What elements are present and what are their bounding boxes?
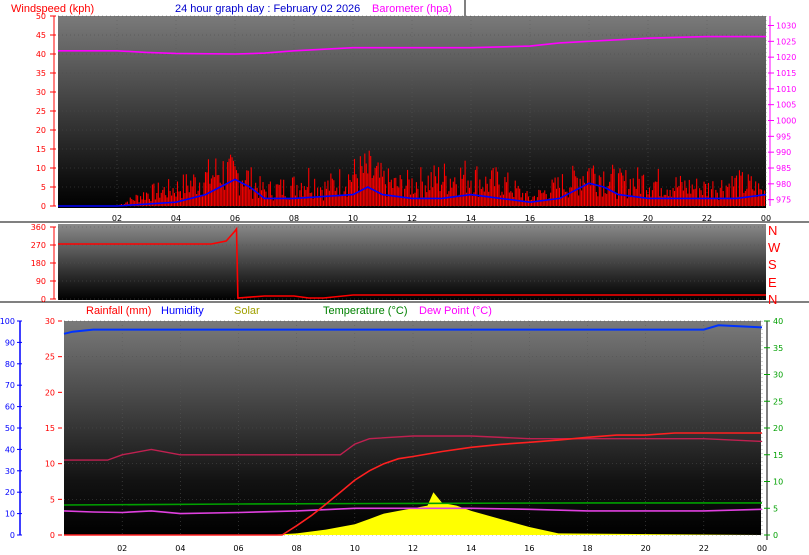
temp-y-tick: 25 xyxy=(773,397,783,406)
compass-label: N xyxy=(768,223,777,238)
top-x-tick: 20 xyxy=(643,214,653,223)
top-x-tick: 16 xyxy=(525,214,535,223)
weather-graphs: Windspeed (kph) 24 hour graph day : Febr… xyxy=(0,0,809,555)
wind-y-tick: 30 xyxy=(36,88,46,97)
baro-y-tick: 1000 xyxy=(776,117,796,126)
rain-y-tick: 25 xyxy=(45,353,55,362)
dewpoint-legend: Dew Point (°C) xyxy=(419,305,492,317)
solar-legend: Solar xyxy=(234,305,260,317)
dir-y-tick: 270 xyxy=(31,241,46,250)
barometer-axis-label: Barometer (hpa) xyxy=(372,3,452,15)
bottom-x-tick: 16 xyxy=(524,544,534,553)
wind-y-tick: 45 xyxy=(36,31,46,40)
compass-label: S xyxy=(768,257,777,272)
compass-label: E xyxy=(768,275,777,290)
rain-y-tick: 5 xyxy=(50,495,55,504)
humidity-y-tick: 100 xyxy=(0,317,15,326)
baro-y-tick: 1020 xyxy=(776,53,796,62)
dir-y-tick: 360 xyxy=(31,223,46,232)
wind-y-tick: 10 xyxy=(36,164,46,173)
humidity-y-tick: 40 xyxy=(5,445,15,454)
windspeed-axis-label: Windspeed (kph) xyxy=(11,3,94,15)
bottom-x-tick: 00 xyxy=(757,544,767,553)
humidity-y-tick: 10 xyxy=(5,510,15,519)
bottom-x-tick: 06 xyxy=(233,544,243,553)
baro-y-tick: 1025 xyxy=(776,37,796,46)
baro-y-tick: 990 xyxy=(776,148,791,157)
top-x-tick: 10 xyxy=(348,214,358,223)
top-x-tick: 02 xyxy=(112,214,122,223)
wind-y-tick: 0 xyxy=(41,202,46,211)
temp-y-tick: 5 xyxy=(773,504,778,513)
bottom-x-tick: 12 xyxy=(408,544,418,553)
humidity-y-tick: 0 xyxy=(10,531,15,540)
top-x-tick: 00 xyxy=(761,214,771,223)
bottom-x-tick: 20 xyxy=(641,544,651,553)
temp-y-tick: 40 xyxy=(773,317,783,326)
temp-y-tick: 20 xyxy=(773,424,783,433)
bottom-x-tick: 22 xyxy=(699,544,709,553)
temp-y-tick: 35 xyxy=(773,344,783,353)
wind-y-tick: 15 xyxy=(36,145,46,154)
rain-y-tick: 30 xyxy=(45,317,55,326)
top-x-tick: 12 xyxy=(407,214,417,223)
top-x-tick: 06 xyxy=(230,214,240,223)
bottom-x-tick: 18 xyxy=(582,544,592,553)
humidity-y-tick: 90 xyxy=(5,338,15,347)
direction-plot-area xyxy=(58,224,766,300)
top-x-tick: 08 xyxy=(289,214,299,223)
bottom-x-tick: 10 xyxy=(350,544,360,553)
humidity-y-tick: 20 xyxy=(5,488,15,497)
baro-y-tick: 985 xyxy=(776,164,791,173)
wind-y-tick: 40 xyxy=(36,50,46,59)
baro-y-tick: 995 xyxy=(776,132,791,141)
rain-y-tick: 20 xyxy=(45,388,55,397)
baro-y-tick: 1015 xyxy=(776,69,796,78)
humidity-legend: Humidity xyxy=(161,305,204,317)
wind-y-tick: 5 xyxy=(41,183,46,192)
wind-y-tick: 20 xyxy=(36,126,46,135)
temp-y-tick: 0 xyxy=(773,531,778,540)
bottom-x-tick: 04 xyxy=(175,544,185,553)
baro-y-tick: 980 xyxy=(776,180,791,189)
top-x-tick: 22 xyxy=(702,214,712,223)
temp-y-tick: 10 xyxy=(773,478,783,487)
wind-y-tick: 35 xyxy=(36,69,46,78)
humidity-y-tick: 50 xyxy=(5,424,15,433)
top-x-tick: 18 xyxy=(584,214,594,223)
dir-y-tick: 0 xyxy=(41,295,46,304)
compass-label: N xyxy=(768,292,777,307)
rain-y-tick: 10 xyxy=(45,460,55,469)
humidity-y-tick: 80 xyxy=(5,360,15,369)
temp-y-tick: 15 xyxy=(773,451,783,460)
weather-graph-canvas: Windspeed (kph) 24 hour graph day : Febr… xyxy=(0,0,809,553)
chart-title: 24 hour graph day : February 02 2026 xyxy=(175,3,360,15)
top-x-tick: 04 xyxy=(171,214,181,223)
top-x-tick: 14 xyxy=(466,214,476,223)
bottom-x-tick: 08 xyxy=(292,544,302,553)
humidity-y-tick: 70 xyxy=(5,381,15,390)
wind-y-tick: 50 xyxy=(36,12,46,21)
rain-y-tick: 15 xyxy=(45,424,55,433)
humidity-y-tick: 60 xyxy=(5,403,15,412)
humidity-y-tick: 30 xyxy=(5,467,15,476)
rainfall-legend: Rainfall (mm) xyxy=(86,305,151,317)
rain-y-tick: 0 xyxy=(50,531,55,540)
temp-y-tick: 30 xyxy=(773,371,783,380)
baro-y-tick: 1030 xyxy=(776,22,796,31)
wind-y-tick: 25 xyxy=(36,107,46,116)
compass-label: W xyxy=(768,240,781,255)
bottom-x-tick: 14 xyxy=(466,544,476,553)
baro-y-tick: 1005 xyxy=(776,101,796,110)
dir-y-tick: 180 xyxy=(31,259,46,268)
baro-y-tick: 1010 xyxy=(776,85,796,94)
temperature-legend: Temperature (°C) xyxy=(323,305,407,317)
dir-y-tick: 90 xyxy=(36,277,46,286)
bottom-x-tick: 02 xyxy=(117,544,127,553)
baro-y-tick: 975 xyxy=(776,196,791,205)
